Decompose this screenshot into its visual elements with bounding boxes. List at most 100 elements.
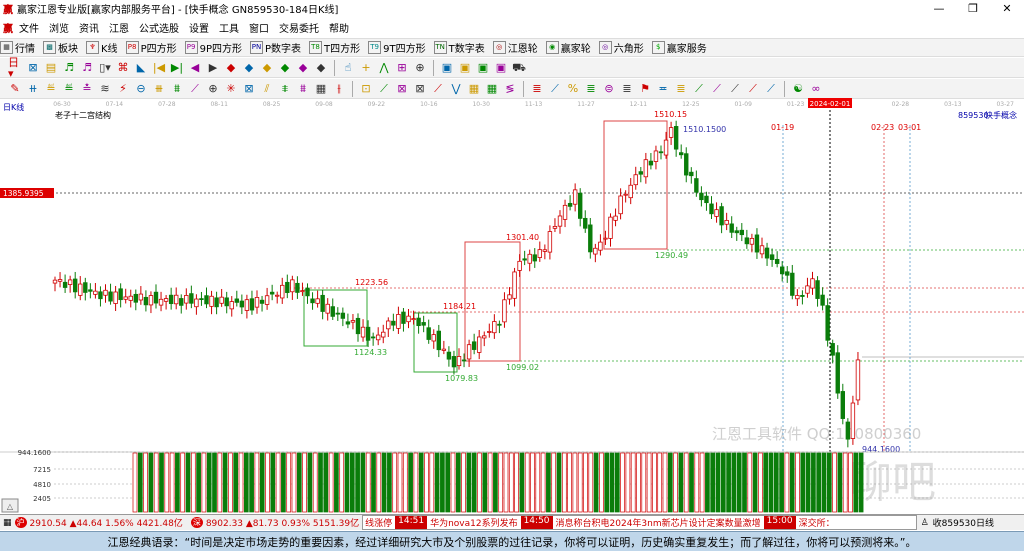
volume-bar [858,452,864,513]
candle [648,160,654,166]
volume-bar [286,452,292,513]
candle [229,301,234,310]
kline-chart[interactable]: 06-30 07-14 07-28 08-11 08-25 09-08 09-22 10-16… [0,0,1024,514]
volume-bar [789,452,795,513]
candle [386,320,391,330]
volume-bar [392,452,398,513]
volume-bar [402,452,408,513]
candle [754,234,760,253]
volume-bar [228,452,233,513]
candle [476,336,482,353]
candle [588,224,593,253]
candle [785,271,790,276]
candle [143,296,149,306]
candle [805,285,810,294]
volume-bar [837,452,843,513]
volume-bar [143,452,148,513]
gann-quote: 江恩经典语录：“时间是决定市场走势的重要因素，经过详细研究大市及个别股票的过往记… [107,535,917,549]
volume-bar [556,452,562,513]
quote-bar: 江恩经典语录：“时间是决定市场走势的重要因素，经过详细研究大市及个别股票的过往记… [0,531,1024,551]
volume-bar [434,452,440,513]
volume-bar [371,452,376,513]
candle [815,280,820,299]
candle [653,150,659,162]
volume-bar [466,452,472,513]
candle [78,283,83,296]
news-item[interactable]: 深交所： [799,516,835,529]
volume-bar [826,452,832,513]
candle [537,249,542,258]
candle [360,326,366,338]
candle [194,298,199,308]
date-tick: 07-14 [106,101,124,108]
candle [663,139,669,156]
candle [431,334,436,342]
volume-bar [328,452,334,513]
candle [416,317,421,327]
volume-bar [821,452,827,513]
volume-bar [763,452,769,513]
candle [583,217,588,229]
candle [335,312,340,315]
candle [315,298,320,304]
candle [638,171,643,175]
candle [179,298,184,306]
volume-bar [296,452,302,513]
candle [522,258,527,261]
candle [280,284,285,299]
news-item[interactable]: 华为nova12系列发布 [430,516,518,529]
candle [123,296,128,300]
candle [578,192,583,219]
volume-bar [413,452,419,513]
candle [396,314,401,329]
candle [800,294,805,297]
volume-bar [196,452,201,513]
volume-bar [349,452,355,513]
volume-bar [646,452,652,513]
candle [658,151,664,154]
date-tick: 12-11 [630,101,648,108]
volume-bar [657,452,663,513]
volume-bar [482,452,488,513]
candle [482,335,487,339]
grid-icon[interactable]: ▦ [3,518,12,528]
news-item[interactable]: 消息称台积电2024年3nm新芯片设计定案数量激增 [556,516,761,529]
volume-bar [630,452,636,513]
candle [128,295,133,301]
volume-bar [614,452,620,513]
candle [764,247,770,259]
candle [790,272,795,296]
status-right: 收859530日线 [932,519,994,529]
volume-bar [455,452,461,513]
time-label: 03-01 [898,123,921,132]
candle [239,300,245,308]
sz-index[interactable]: 8902.33 ▲81.73 0.93% 5151.39亿 [206,516,359,529]
volume-bar [387,452,392,513]
candle [411,318,416,321]
volume-bar [636,452,641,513]
volume-bar [779,452,784,513]
candle [729,223,734,233]
candle [552,226,558,229]
volume-bar [461,452,466,513]
date-tick: 08-25 [263,101,281,108]
candle [381,331,386,338]
triangle-icon[interactable]: △ [7,502,14,511]
candle [769,254,775,260]
volume-bar [784,452,790,513]
sh-index[interactable]: 2910.54 ▲44.64 1.56% 4421.48亿 [30,516,183,529]
price-label: 1099.02 [506,363,539,372]
date-tick: 09-08 [315,101,333,108]
candle [189,293,194,304]
price-label: 1301.40 [506,233,539,242]
volume-bar [254,452,260,513]
volume-bar [604,452,610,513]
candle [219,296,224,304]
volume-bar [360,452,366,513]
candle [719,206,724,226]
news-ticker[interactable]: 线涨停 14:51 华为nova12系列发布 14:50 消息称台积电2024年3n… [362,515,917,530]
volume-bar [816,452,822,513]
volume-bar [185,452,191,513]
volume-bar [217,452,223,513]
volume-bar [291,452,297,513]
